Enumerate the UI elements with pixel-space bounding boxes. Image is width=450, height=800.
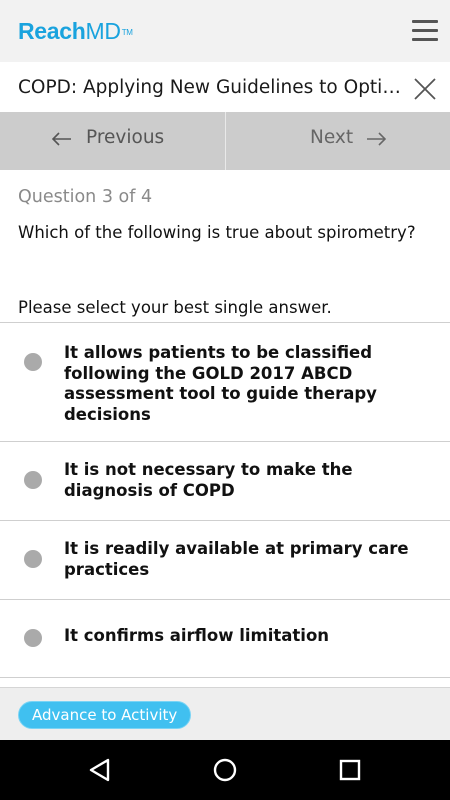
answer-option-4[interactable]: It confirms airflow limitation (0, 599, 450, 678)
radio-button[interactable] (24, 550, 42, 568)
question-nav-bar: Previous Next (0, 112, 450, 170)
question-text: Which of the following is true about spi… (18, 223, 416, 242)
activity-title: COPD: Applying New Guidelines to Optimiz… (18, 77, 403, 98)
bottom-action-bar: Advance to Activity (0, 687, 450, 740)
answer-option-2[interactable]: It is not necessary to make the diagnosi… (0, 441, 450, 520)
question-counter: Question 3 of 4 (18, 187, 153, 207)
radio-button[interactable] (24, 353, 42, 371)
previous-label: Previous (86, 127, 165, 148)
radio-button[interactable] (24, 471, 42, 489)
previous-button[interactable]: Previous (0, 112, 225, 170)
advance-to-activity-button[interactable]: Advance to Activity (18, 701, 192, 729)
answer-option-3[interactable]: It is readily available at primary care … (0, 520, 450, 599)
reachmd-logo[interactable]: ReachMDTM (18, 17, 133, 45)
next-label: Next (310, 127, 354, 148)
arrow-left-icon (51, 131, 72, 147)
arrow-right-icon (366, 131, 387, 147)
next-button[interactable]: Next (226, 112, 450, 170)
answer-option-text: It confirms airflow limitation (64, 626, 330, 645)
answer-option-1[interactable]: It allows patients to be classified foll… (0, 322, 450, 441)
answer-option-text: It allows patients to be classified foll… (64, 343, 377, 424)
answer-option-text: It is readily available at primary care … (64, 539, 409, 579)
activity-title-bar: COPD: Applying New Guidelines to Optimiz… (0, 62, 450, 112)
logo-trademark: TM (121, 28, 133, 37)
hamburger-menu-icon[interactable] (412, 19, 438, 43)
app-header: ReachMDTM (0, 0, 450, 62)
close-icon[interactable] (413, 77, 437, 101)
logo-md-text: MD (85, 18, 121, 44)
back-triangle-icon[interactable] (84, 754, 116, 786)
system-navigation-bar (0, 740, 450, 800)
recents-square-icon[interactable] (334, 754, 366, 786)
radio-button[interactable] (24, 629, 42, 647)
answer-instruction: Please select your best single answer. (18, 298, 332, 317)
home-circle-icon[interactable] (209, 754, 241, 786)
answer-option-text: It is not necessary to make the diagnosi… (64, 460, 353, 500)
logo-reach-text: Reach (18, 18, 86, 44)
answer-options: It allows patients to be classified foll… (0, 322, 450, 678)
